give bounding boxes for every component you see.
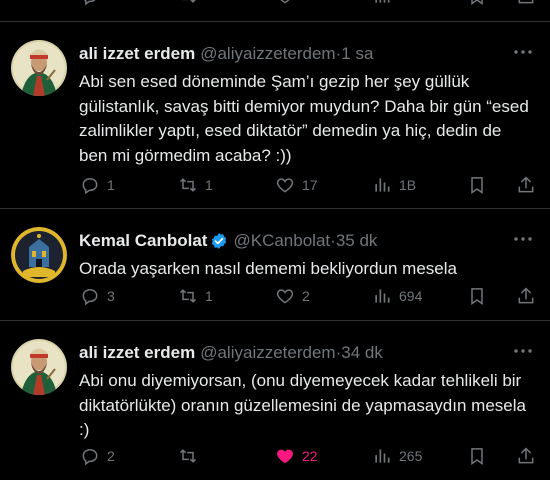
- views-button[interactable]: 694: [372, 285, 422, 307]
- bookmark-button[interactable]: [467, 285, 487, 307]
- tweet-header: Kemal Canbolat @KCanbolat · 35 dk: [79, 231, 510, 251]
- reply-button[interactable]: 2: [80, 445, 115, 467]
- share-icon[interactable]: [516, 0, 536, 6]
- bookmark-icon: [471, 448, 483, 465]
- like-count: 22: [302, 448, 318, 464]
- tweet-actions: 2 22 265: [0, 445, 550, 467]
- like-count: 17: [302, 177, 318, 193]
- share-icon: [518, 447, 534, 464]
- share-button[interactable]: [516, 285, 536, 307]
- share-icon: [518, 176, 534, 193]
- like-icon: [276, 289, 294, 304]
- reply-icon[interactable]: [80, 0, 100, 6]
- reply-button[interactable]: 1: [80, 174, 115, 196]
- like-button[interactable]: 17: [275, 174, 318, 196]
- retweet-icon: [179, 449, 197, 463]
- reply-count: 2: [107, 448, 115, 464]
- more-options-icon[interactable]: [512, 229, 534, 249]
- tweet-text: Abi sen esed döneminde Şam’ı gezip her ş…: [79, 72, 529, 165]
- reply-icon: [82, 448, 98, 466]
- display-name[interactable]: Kemal Canbolat: [79, 231, 207, 251]
- more-options-icon[interactable]: [512, 341, 534, 361]
- timestamp[interactable]: 35 dk: [336, 231, 378, 251]
- tweet-actions: 3 1 2 694: [0, 285, 550, 307]
- reply-count: 1: [107, 177, 115, 193]
- tweet-text: Abi onu diyemiyorsan, (onu diyemeyecek k…: [79, 371, 526, 439]
- retweet-count: 1: [205, 177, 213, 193]
- display-name[interactable]: ali izzet erdem: [79, 44, 195, 64]
- tweet-header: ali izzet erdem @aliyaizzeterdem · 34 dk: [79, 343, 510, 363]
- avatar[interactable]: [11, 227, 67, 283]
- share-icon: [518, 287, 534, 304]
- like-button[interactable]: 22: [275, 445, 318, 467]
- bookmark-icon: [471, 288, 483, 305]
- username[interactable]: @KCanbolat: [233, 231, 330, 251]
- tweet-actions: 1 1 17 1B: [0, 174, 550, 196]
- view-count: 694: [399, 288, 423, 304]
- bookmark-button[interactable]: [467, 174, 487, 196]
- retweet-count: 1: [205, 288, 213, 304]
- retweet-button[interactable]: 1: [178, 174, 213, 196]
- views-icon: [375, 449, 390, 463]
- view-count: 265: [399, 448, 423, 464]
- more-options-icon[interactable]: [512, 42, 534, 62]
- divider: [0, 208, 550, 209]
- views-icon: [375, 178, 390, 192]
- avatar-image: [11, 227, 67, 283]
- retweet-button[interactable]: 1: [178, 285, 213, 307]
- reply-icon: [82, 288, 98, 306]
- views-button[interactable]: 265: [372, 445, 422, 467]
- avatar[interactable]: [11, 40, 67, 96]
- views-button[interactable]: 1B: [372, 174, 416, 196]
- bookmark-icon: [471, 177, 483, 194]
- bookmark-icon[interactable]: [467, 0, 487, 6]
- username[interactable]: @aliyaizzeterdem: [200, 44, 335, 64]
- avatar[interactable]: [11, 339, 67, 395]
- display-name[interactable]: ali izzet erdem: [79, 343, 195, 363]
- retweet-icon[interactable]: [178, 0, 198, 6]
- timestamp[interactable]: 1 sa: [341, 44, 373, 64]
- verified-badge-icon: [210, 232, 228, 250]
- view-count: 1B: [399, 177, 417, 193]
- avatar-image: [11, 40, 67, 96]
- timestamp[interactable]: 34 dk: [341, 343, 383, 363]
- divider: [0, 320, 550, 321]
- views-icon[interactable]: [372, 0, 392, 6]
- divider: [0, 21, 550, 22]
- views-icon: [375, 289, 390, 303]
- tweet-text: Orada yaşarken nasıl dememi bekliyordun …: [79, 259, 457, 278]
- tweet-header: ali izzet erdem @aliyaizzeterdem · 1 sa: [79, 44, 510, 64]
- username[interactable]: @aliyaizzeterdem: [200, 343, 335, 363]
- retweet-icon: [179, 289, 197, 303]
- like-count: 2: [302, 288, 310, 304]
- reply-icon: [82, 177, 98, 195]
- like-icon: [276, 178, 294, 193]
- avatar-image: [11, 339, 67, 395]
- reply-button[interactable]: 3: [80, 285, 115, 307]
- reply-count: 3: [107, 288, 115, 304]
- like-button[interactable]: 2: [275, 285, 310, 307]
- previous-tweet-actions: [0, 0, 550, 8]
- like-icon[interactable]: [275, 0, 295, 6]
- share-button[interactable]: [516, 174, 536, 196]
- bookmark-button[interactable]: [467, 445, 487, 467]
- liked-heart-icon: [277, 449, 293, 464]
- retweet-icon: [179, 178, 197, 192]
- retweet-button[interactable]: [178, 445, 205, 467]
- share-button[interactable]: [516, 445, 536, 467]
